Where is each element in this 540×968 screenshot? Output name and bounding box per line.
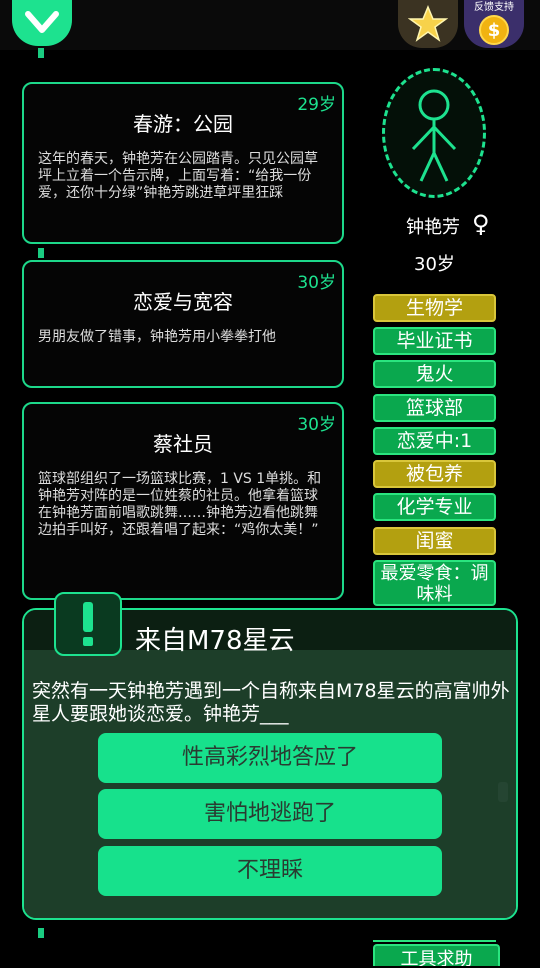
collapse-menu-button[interactable] <box>12 0 72 46</box>
trait-tag: 最爱零食：调味料 <box>373 560 496 606</box>
choice-button-3[interactable]: 不理睬 <box>98 846 442 896</box>
event-card: 29岁 春游：公园 这年的春天，钟艳芳在公园踏青。只见公园草坪上立着一个告示牌，… <box>22 82 344 244</box>
trait-tag: 鬼火 <box>373 360 496 388</box>
support-label: 反馈支持 <box>474 2 514 13</box>
event-title: 恋爱与宽容 <box>133 290 233 314</box>
character-avatar <box>382 68 486 198</box>
gender-female-icon: ♀ <box>472 210 490 238</box>
dialog-question: 突然有一天钟艳芳遇到一个自称来自M78星云的高富帅外星人要跟她谈恋爱。钟艳芳__… <box>32 680 510 725</box>
scrollbar[interactable] <box>498 782 508 802</box>
trait-tag: 恋爱中:1 <box>373 427 496 455</box>
divider <box>373 940 496 942</box>
event-title: 蔡社员 <box>153 432 213 456</box>
character-age: 30岁 <box>414 254 455 275</box>
trait-tag: 工具求助 <box>373 944 500 966</box>
trait-tag: 被包养 <box>373 460 496 488</box>
event-description: 男朋友做了错事，钟艳芳用小拳拳打他 <box>38 329 276 345</box>
trait-tag: 闺蜜 <box>373 527 496 555</box>
trait-tag: 毕业证书 <box>373 327 496 355</box>
star-icon <box>408 5 448 42</box>
event-title: 春游：公园 <box>133 112 233 136</box>
character-name: 钟艳芳 <box>406 217 460 238</box>
trait-tag: 篮球部 <box>373 394 496 422</box>
choice-button-2[interactable]: 害怕地逃跑了 <box>98 789 442 839</box>
event-description: 这年的春天，钟艳芳在公园踏青。只见公园草坪上立着一个告示牌，上面写着：“给我一份… <box>38 151 318 201</box>
event-age: 30岁 <box>297 273 336 293</box>
chevron-down-icon <box>25 11 59 33</box>
favorite-button[interactable] <box>398 0 458 48</box>
event-age: 30岁 <box>297 415 336 435</box>
feedback-support-button[interactable]: 反馈支持 $ <box>464 0 524 48</box>
event-age: 29岁 <box>297 95 336 115</box>
event-card: 30岁 蔡社员 篮球部组织了一场篮球比赛，1 VS 1单挑。和钟艳芳对阵的是一位… <box>22 402 344 600</box>
choice-button-1[interactable]: 性高彩烈地答应了 <box>98 733 442 783</box>
event-card: 30岁 恋爱与宽容 男朋友做了错事，钟艳芳用小拳拳打他 <box>22 260 344 388</box>
coin-icon: $ <box>479 15 509 45</box>
dialog-title: 来自M78星云 <box>135 626 295 656</box>
exclamation-icon <box>54 592 122 656</box>
top-bar <box>0 0 540 50</box>
trait-tag: 化学专业 <box>373 493 496 521</box>
stick-figure-icon <box>411 89 457 182</box>
trait-tag: 生物学 <box>373 294 496 322</box>
event-description: 篮球部组织了一场篮球比赛，1 VS 1单挑。和钟艳芳对阵的是一位姓蔡的社员。他拿… <box>38 471 322 538</box>
